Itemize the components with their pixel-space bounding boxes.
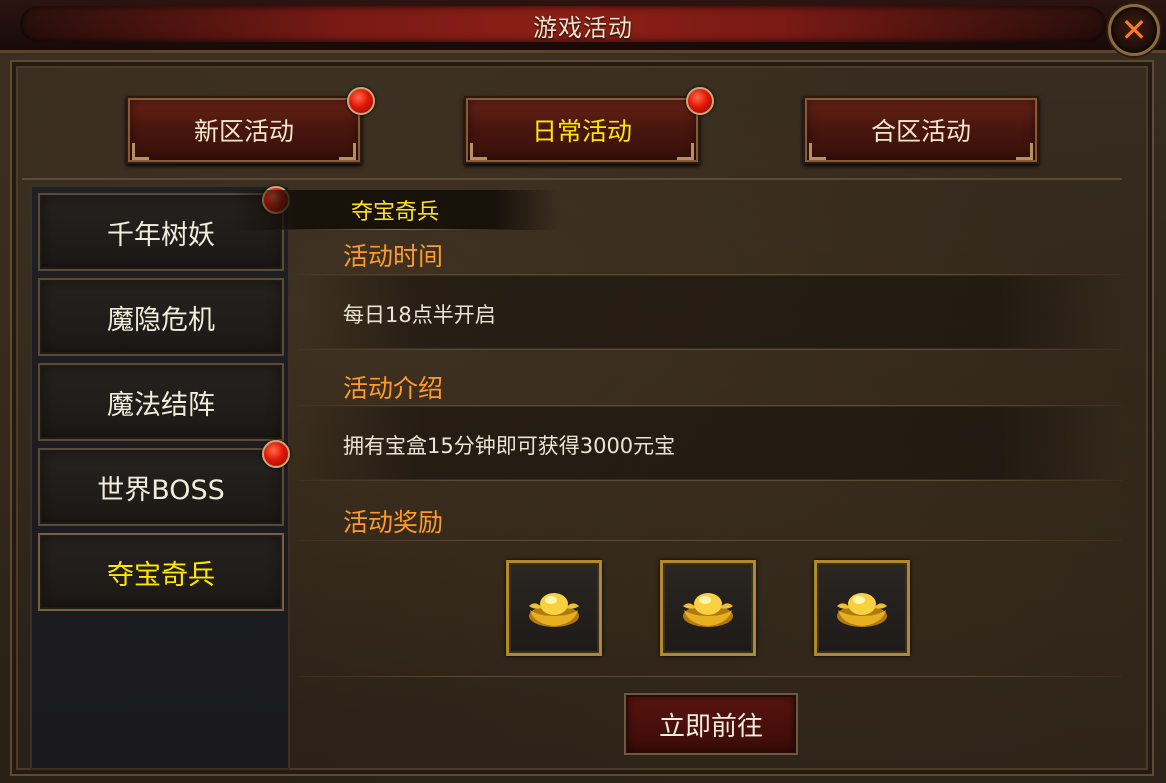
divider [298,405,1122,406]
divider [298,480,1122,481]
notification-badge [262,440,290,468]
title-bar: 游戏活动 ✕ [0,0,1166,56]
detail-title: 夺宝奇兵 [230,190,560,230]
sidebar-item-label: 世界BOSS [97,474,225,506]
notification-badge [347,87,375,115]
sidebar-item-magic-array[interactable]: 魔法结阵 [38,363,284,441]
sidebar-item-label: 魔法结阵 [107,389,215,421]
intro-heading: 活动介绍 [343,374,444,403]
gold-ingot-icon [837,593,887,627]
tab-label: 合区活动 [870,117,971,146]
sidebar-item-label: 千年树妖 [107,219,215,251]
tab-label: 新区活动 [193,117,294,146]
gold-ingot-icon [529,593,579,627]
go-now-button[interactable]: 立即前往 [624,693,798,755]
sidebar-item-label: 夺宝奇兵 [107,559,215,591]
close-button[interactable]: ✕ [1108,4,1160,56]
reward-slot[interactable] [506,560,602,656]
intro-text: 拥有宝盒15分钟即可获得3000元宝 [343,434,676,458]
divider [298,540,1122,541]
close-icon: ✕ [1120,11,1148,49]
reward-slot[interactable] [814,560,910,656]
time-text: 每日18点半开启 [343,303,496,327]
divider [298,676,1122,677]
divider [298,349,1122,350]
sidebar-item-world-boss[interactable]: 世界BOSS [38,448,284,526]
tab-daily[interactable]: 日常活动 [464,96,700,164]
time-heading: 活动时间 [343,242,444,271]
tab-new-server[interactable]: 新区活动 [126,96,362,164]
activity-window: 游戏活动 ✕ 新区活动 日常活动 合区活动 千年树妖 魔隐危机 魔法结阵 世界B… [0,0,1166,783]
reward-heading: 活动奖励 [343,508,444,537]
notification-badge [686,87,714,115]
window-title: 游戏活动 [533,14,633,42]
sidebar-item-demon-crisis[interactable]: 魔隐危机 [38,278,284,356]
tab-label: 日常活动 [531,117,632,146]
gold-ingot-icon [683,593,733,627]
sidebar-item-treasure-raid[interactable]: 夺宝奇兵 [38,533,284,611]
divider [298,274,1122,275]
reward-slot[interactable] [660,560,756,656]
activity-sidebar: 千年树妖 魔隐危机 魔法结阵 世界BOSS 夺宝奇兵 [30,185,290,770]
sidebar-item-label: 魔隐危机 [107,304,215,336]
tab-merged-server[interactable]: 合区活动 [803,96,1039,164]
